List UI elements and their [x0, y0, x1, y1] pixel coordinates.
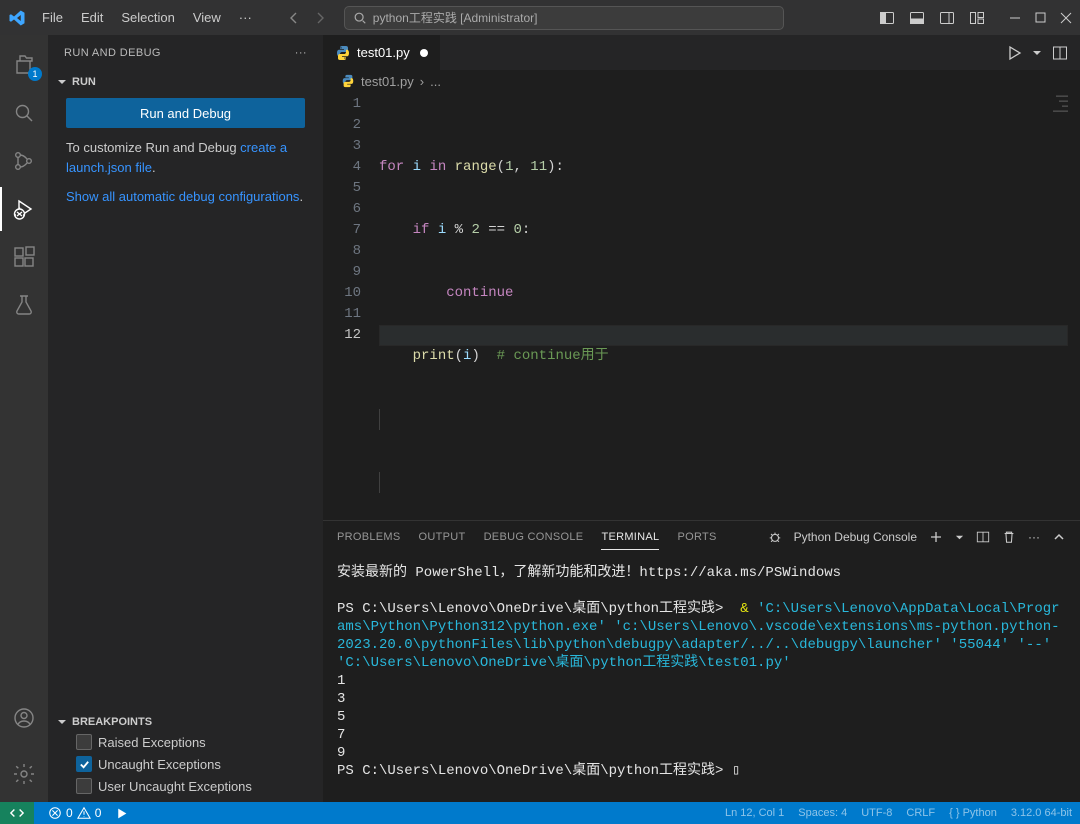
tab-test01[interactable]: test01.py: [323, 35, 441, 70]
breadcrumb-more: ...: [430, 74, 441, 89]
run-and-debug-button[interactable]: Run and Debug: [66, 98, 305, 128]
layout-bottom-icon[interactable]: [909, 10, 925, 26]
editor-actions: [1006, 35, 1080, 70]
panel-tab-debug-console[interactable]: DEBUG CONSOLE: [484, 525, 584, 549]
status-bar: 0 0 Ln 12, Col 1 Spaces: 4 UTF-8 CRLF { …: [0, 802, 1080, 824]
activity-bar: 1: [0, 35, 48, 802]
title-layout-controls: [879, 10, 1072, 26]
search-icon: [353, 11, 367, 25]
terminal-profile-label[interactable]: Python Debug Console: [794, 530, 917, 544]
vscode-logo-icon: [8, 9, 26, 27]
terminal-dropdown-icon[interactable]: [955, 533, 964, 542]
minimap[interactable]: ▬▬▬▬▬▬▬▬▬▬▬▬▬▬: [1053, 94, 1068, 114]
checkbox[interactable]: [76, 778, 92, 794]
window-maximize-icon[interactable]: [1035, 12, 1046, 23]
layout-left-icon[interactable]: [879, 10, 895, 26]
checkbox[interactable]: [76, 756, 92, 772]
breakpoint-item[interactable]: Uncaught Exceptions: [76, 756, 313, 772]
menu-selection[interactable]: Selection: [113, 6, 182, 29]
activity-search[interactable]: [0, 91, 48, 135]
menu-more-icon[interactable]: ···: [231, 6, 260, 29]
breadcrumbs[interactable]: test01.py › ...: [323, 70, 1080, 92]
status-language[interactable]: { } Python: [949, 807, 997, 819]
panel-tab-terminal[interactable]: TERMINAL: [601, 525, 659, 550]
title-bar: File Edit Selection View ··· python工程实践 …: [0, 0, 1080, 35]
command-center[interactable]: python工程实践 [Administrator]: [344, 6, 784, 30]
status-eol[interactable]: CRLF: [906, 807, 935, 819]
activity-settings[interactable]: [0, 752, 48, 796]
window-minimize-icon[interactable]: [1009, 12, 1021, 24]
layout-custom-icon[interactable]: [969, 10, 985, 26]
nav-back-icon[interactable]: [282, 6, 306, 30]
status-encoding[interactable]: UTF-8: [861, 807, 892, 819]
python-file-icon: [341, 74, 355, 88]
chevron-right-icon: ›: [420, 74, 424, 89]
chevron-down-icon: [56, 76, 68, 88]
menu-edit[interactable]: Edit: [73, 6, 111, 29]
explorer-badge: 1: [28, 67, 42, 81]
menu-file[interactable]: File: [34, 6, 71, 29]
run-section: RUN Run and Debug To customize Run and D…: [48, 70, 323, 219]
sidebar-header: RUN AND DEBUG ···: [48, 35, 323, 70]
breakpoint-label: Uncaught Exceptions: [98, 757, 221, 772]
line-gutter: 123456789101112: [323, 92, 379, 520]
panel-more-icon[interactable]: ···: [1028, 530, 1040, 544]
activity-accounts[interactable]: [0, 696, 48, 740]
breakpoint-item[interactable]: User Uncaught Exceptions: [76, 778, 313, 794]
layout-right-icon[interactable]: [939, 10, 955, 26]
panel-chevron-up-icon[interactable]: [1052, 530, 1066, 544]
python-file-icon: [335, 45, 351, 61]
editor-area: test01.py test01.py › ... 12345678910111…: [323, 35, 1080, 802]
activity-run-debug[interactable]: [0, 187, 48, 231]
activity-extensions[interactable]: [0, 235, 48, 279]
code-content[interactable]: for i in range(1, 11): if i % 2 == 0: co…: [379, 92, 1080, 520]
panel: PROBLEMS OUTPUT DEBUG CONSOLE TERMINAL P…: [323, 520, 1080, 802]
chevron-down-icon: [56, 716, 68, 728]
breakpoint-label: User Uncaught Exceptions: [98, 779, 252, 794]
terminal-body[interactable]: 安装最新的 PowerShell，了解新功能和改进！https://aka.ms…: [323, 554, 1080, 802]
breakpoints-header[interactable]: BREAKPOINTS: [48, 714, 323, 730]
menu-view[interactable]: View: [185, 6, 229, 29]
run-file-icon[interactable]: [1006, 45, 1022, 61]
checkbox[interactable]: [76, 734, 92, 750]
window-close-icon[interactable]: [1060, 12, 1072, 24]
breadcrumb-file: test01.py: [361, 74, 414, 89]
status-debug-start[interactable]: [115, 807, 128, 820]
remote-indicator[interactable]: [0, 802, 34, 824]
sidebar: RUN AND DEBUG ··· RUN Run and Debug To c…: [48, 35, 323, 802]
kill-terminal-icon[interactable]: [1002, 530, 1016, 544]
status-ln-col[interactable]: Ln 12, Col 1: [725, 807, 784, 819]
sidebar-more-icon[interactable]: ···: [295, 47, 307, 59]
run-help-text: To customize Run and Debug create a laun…: [66, 138, 305, 177]
split-editor-icon[interactable]: [1052, 45, 1068, 61]
show-debug-configs-link[interactable]: Show all automatic debug configurations: [66, 189, 299, 204]
status-interpreter[interactable]: 3.12.0 64-bit: [1011, 807, 1072, 819]
tab-label: test01.py: [357, 45, 410, 60]
activity-testing[interactable]: [0, 283, 48, 327]
command-center-text: python工程实践 [Administrator]: [373, 9, 538, 26]
status-spaces[interactable]: Spaces: 4: [798, 807, 847, 819]
run-section-header[interactable]: RUN: [48, 74, 323, 90]
run-dropdown-icon[interactable]: [1032, 48, 1042, 58]
panel-tabs: PROBLEMS OUTPUT DEBUG CONSOLE TERMINAL P…: [323, 521, 1080, 554]
split-terminal-icon[interactable]: [976, 530, 990, 544]
panel-tab-problems[interactable]: PROBLEMS: [337, 525, 401, 549]
debug-profile-icon: [768, 530, 782, 544]
tab-bar: test01.py: [323, 35, 1080, 70]
new-terminal-icon[interactable]: [929, 530, 943, 544]
breakpoint-item[interactable]: Raised Exceptions: [76, 734, 313, 750]
breakpoints-section: BREAKPOINTS Raised Exceptions Uncaught Ex…: [48, 710, 323, 802]
breakpoint-label: Raised Exceptions: [98, 735, 206, 750]
panel-tab-ports[interactable]: PORTS: [677, 525, 716, 549]
status-problems[interactable]: 0 0: [48, 806, 101, 820]
modified-dot-icon: [420, 49, 428, 57]
status-right: Ln 12, Col 1 Spaces: 4 UTF-8 CRLF { } Py…: [725, 807, 1072, 819]
sidebar-title: RUN AND DEBUG: [64, 47, 161, 59]
activity-explorer[interactable]: 1: [0, 43, 48, 87]
run-help-text-2: Show all automatic debug configurations.: [66, 187, 305, 207]
code-editor[interactable]: 123456789101112 for i in range(1, 11): i…: [323, 92, 1080, 520]
nav-forward-icon[interactable]: [308, 6, 332, 30]
panel-tab-output[interactable]: OUTPUT: [419, 525, 466, 549]
activity-scm[interactable]: [0, 139, 48, 183]
